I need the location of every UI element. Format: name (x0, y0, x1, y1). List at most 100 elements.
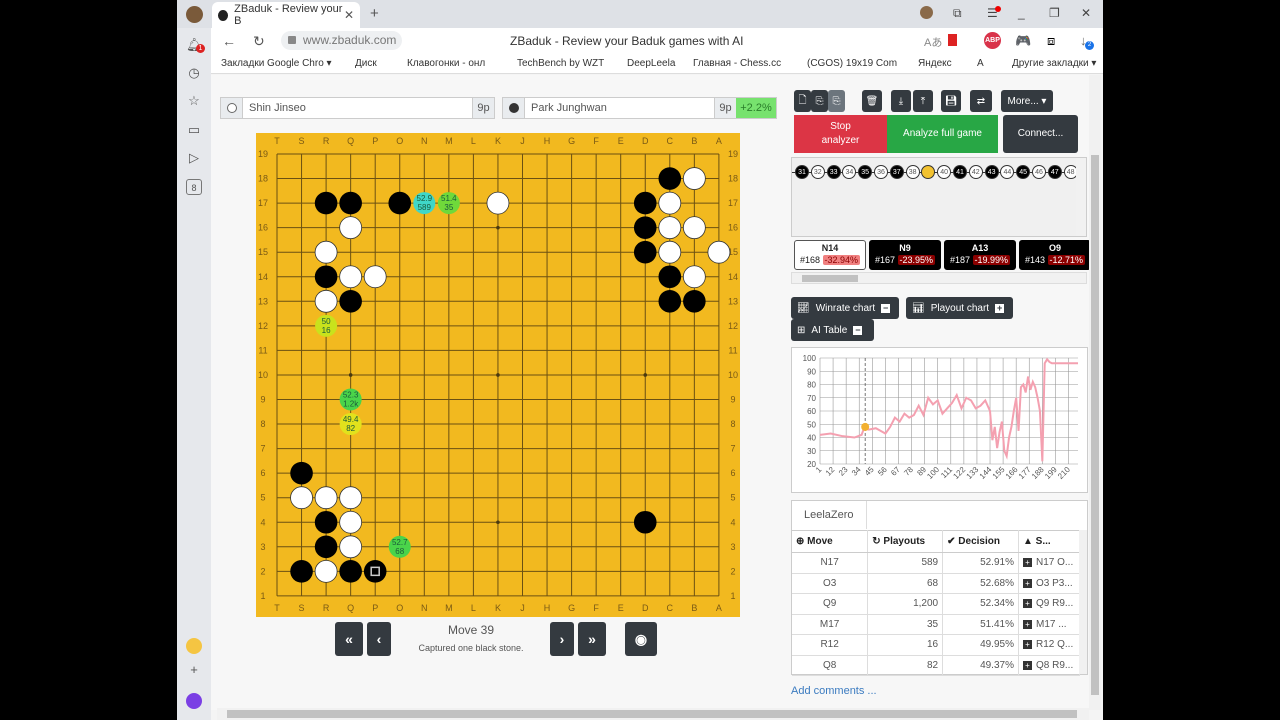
tabs-icon[interactable]: ▭ (186, 122, 202, 138)
bookmark-icon[interactable] (948, 34, 957, 46)
mistake-card[interactable]: N14 #168 -32.94% (794, 240, 866, 270)
move-node[interactable]: 33 (826, 165, 841, 179)
browser-tab[interactable]: ZBaduk - Review your B ✕ (212, 2, 360, 28)
sequence-cell[interactable]: + N17 O... (1018, 552, 1081, 574)
move-column-header[interactable]: ⊕ Move (792, 530, 869, 553)
bookmark-item[interactable]: A (977, 58, 984, 69)
restore-button[interactable]: ❐ (1049, 6, 1060, 20)
ai-table-row[interactable]: Q9 1,200 52.34% + Q9 R9... (792, 593, 1081, 615)
current-move-point[interactable] (861, 422, 870, 431)
playout-chart-toggle[interactable]: 📊︎ Playout chart + (906, 297, 1013, 319)
expand-icon[interactable]: + (1022, 660, 1032, 670)
new-file-button[interactable]: 🗋 (794, 90, 811, 112)
url-field[interactable]: www.zbaduk.com (281, 31, 403, 50)
connect-button[interactable]: Connect... (1003, 115, 1078, 153)
other-bookmarks[interactable]: Другие закладки ▾ (1012, 58, 1096, 69)
close-window-button[interactable]: ✕ (1081, 6, 1091, 20)
move-node[interactable]: 47 (1047, 165, 1062, 179)
move-node[interactable]: 43 (984, 165, 999, 179)
next-move-button[interactable]: › (550, 622, 574, 656)
ai-table-toggle[interactable]: ⊞ AI Table − (791, 319, 874, 341)
back-icon[interactable]: ← (222, 33, 236, 49)
bookmark-item[interactable]: Диск (355, 58, 377, 69)
reload-icon[interactable]: ↻ (253, 33, 265, 50)
ai-table-row[interactable]: O3 68 52.68% + O3 P3... (792, 573, 1081, 594)
duplicate-button[interactable]: ⎘ (828, 90, 845, 112)
bookmark-item[interactable]: Яндекс (918, 58, 952, 69)
sequence-cell[interactable]: + M17 ... (1018, 614, 1081, 635)
new-tab-button[interactable]: + (370, 5, 379, 22)
bookmark-item[interactable]: TechBench by WZT (517, 58, 604, 69)
more-dropdown[interactable]: More... ▾ (1001, 90, 1053, 112)
upload-button[interactable]: ⤒ (913, 90, 933, 112)
toggle-view-button[interactable]: ◉ (625, 622, 657, 656)
leelazero-tab[interactable]: LeelaZero (792, 501, 867, 529)
bookmark-item[interactable]: DeepLeela (627, 58, 675, 69)
move-node[interactable]: 32 (810, 165, 825, 179)
copy-button[interactable]: ⎘ (811, 90, 828, 112)
expand-icon[interactable]: + (1022, 578, 1032, 588)
move-node[interactable]: 35 (858, 165, 873, 179)
mistake-card[interactable]: A13 #187 -19.99% (944, 240, 1016, 270)
add-comments-link[interactable]: Add comments ... (791, 685, 877, 697)
close-tab-icon[interactable]: ✕ (344, 8, 354, 22)
bookmark-item[interactable]: (CGOS) 19x19 Com (807, 58, 897, 69)
download-button[interactable]: ⤓ (891, 90, 911, 112)
move-node[interactable]: 37 (889, 165, 904, 179)
table-scrollbar[interactable] (1079, 530, 1087, 674)
white-player-name[interactable]: Shin Jinseo (243, 102, 472, 114)
mistakes-scrollbar[interactable] (791, 272, 1087, 284)
expand-icon[interactable]: + (1022, 558, 1032, 568)
move-node[interactable]: 36 (874, 165, 888, 179)
bookmark-item[interactable]: Закладки Google Chro ▾ (221, 58, 332, 69)
first-move-button[interactable]: « (335, 622, 363, 656)
ai-table-row[interactable]: R12 16 49.95% + R12 Q... (792, 634, 1081, 656)
current-move-node[interactable]: 39 (921, 165, 936, 179)
stop-analyzer-button[interactable]: Stop analyzer (794, 115, 887, 153)
move-node[interactable]: 46 (1032, 165, 1046, 179)
expand-icon[interactable]: + (1022, 640, 1032, 650)
gamepad-icon[interactable]: 🎮 (1015, 33, 1031, 49)
sequence-scrollbar[interactable] (1076, 158, 1086, 236)
share-button[interactable]: ⇄ (970, 90, 992, 112)
winrate-chart[interactable]: 100 90 80 70 60 50 40 30 20 1 12 23 34 45 56 67 78 89 100 1… (791, 347, 1088, 493)
move-node[interactable]: 38 (905, 165, 920, 179)
add-app-icon[interactable]: + (186, 662, 202, 678)
move-node[interactable]: 42 (968, 165, 983, 179)
delete-button[interactable]: 🗑︎ (862, 90, 882, 112)
extensions-icon[interactable]: ⧈ (1047, 33, 1055, 49)
yandex-app-icon[interactable] (186, 638, 202, 654)
mistake-card[interactable]: N9 #167 -23.95% (869, 240, 941, 270)
playouts-column-header[interactable]: ↻ Playouts (867, 530, 944, 553)
winrate-chart-toggle[interactable]: 📈︎ Winrate chart − (791, 297, 899, 319)
move-node[interactable]: 45 (1016, 165, 1031, 179)
bookmark-item[interactable]: Главная - Chess.cc (693, 58, 781, 69)
decision-column-header[interactable]: ✔ Decision (942, 530, 1019, 553)
sequence-column-header[interactable]: ▲ S... (1018, 530, 1080, 553)
ai-table-row[interactable]: M17 35 51.41% + M17 ... (792, 614, 1081, 635)
history-icon[interactable]: ◷ (186, 65, 202, 81)
sequence-cell[interactable]: + Q8 R9... (1018, 655, 1081, 676)
black-player-name[interactable]: Park Junghwan (525, 102, 714, 114)
adblock-icon[interactable]: ABP (984, 32, 1001, 49)
alice-icon[interactable] (186, 693, 202, 709)
menu-icon[interactable]: ☰ (987, 6, 1001, 20)
black-player-field[interactable]: Park Junghwan 9p +2.2% (502, 97, 777, 119)
expand-icon[interactable]: + (1022, 599, 1032, 609)
go-board[interactable]: T T 19 19 S S 18 18 R R 17 17 Q Q 16 16 P P 15 15 O O 14 14 N N 13… (256, 133, 740, 617)
collections-icon[interactable]: ⧉ (953, 6, 962, 21)
notifications-icon[interactable]: 🔔︎ 1 (186, 37, 205, 53)
counter-icon[interactable]: 8 (186, 179, 202, 195)
move-node[interactable]: 41 (953, 165, 967, 179)
video-icon[interactable]: ▷ (186, 150, 202, 166)
move-node[interactable]: 34 (842, 165, 857, 179)
translate-icon[interactable]: Aあ (924, 34, 942, 50)
move-node[interactable]: 31 (795, 165, 809, 179)
ai-table-row[interactable]: Q8 82 49.37% + Q8 R9... (792, 655, 1081, 676)
board-canvas[interactable]: TT19 19SS18 18RR17 17QQ16 16PP15 15OO14 14NN13… (256, 133, 740, 617)
minimize-button[interactable]: _ (1018, 6, 1025, 20)
page-vertical-scrollbar[interactable] (1089, 75, 1101, 710)
move-node[interactable]: 40 (937, 165, 952, 179)
white-player-field[interactable]: Shin Jinseo 9p (220, 97, 495, 119)
prev-move-button[interactable]: ‹ (367, 622, 391, 656)
